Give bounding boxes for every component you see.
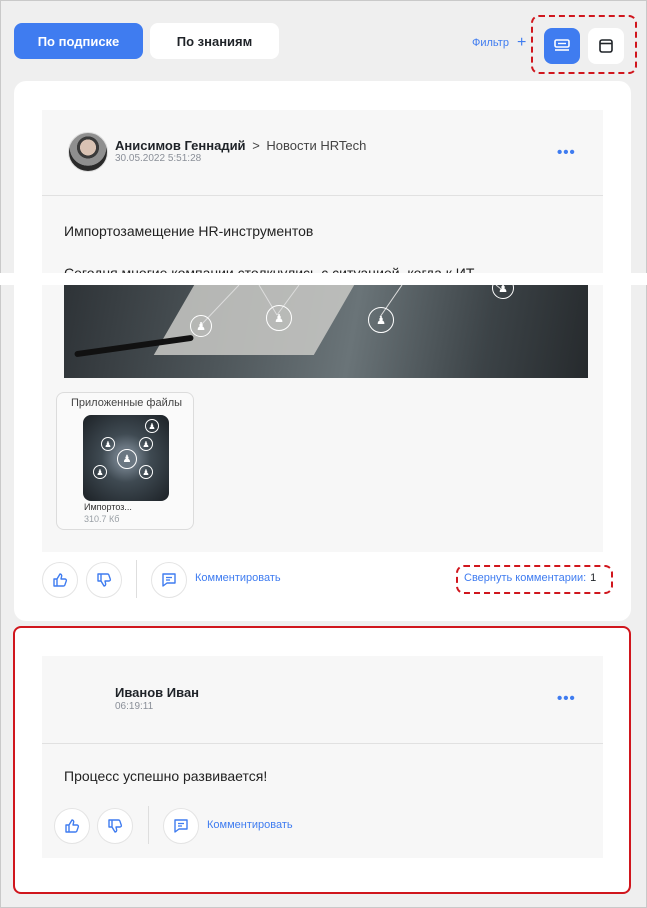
person-icon: ♟ (266, 305, 292, 331)
collapse-comments-link[interactable]: Свернуть комментарии: 1 (464, 572, 596, 584)
comment-header: Иванов Иван 06:19:11 ••• (42, 656, 603, 744)
person-icon: ♟ (101, 437, 115, 451)
attachment-size: 310.7 Кб (84, 514, 120, 524)
person-icon: ♟ (93, 465, 107, 479)
dislike-button[interactable] (86, 562, 122, 598)
scroll-gap (0, 273, 647, 285)
tab-knowledge[interactable]: По знаниям (150, 23, 279, 59)
comments-count: 1 (590, 572, 597, 584)
filter-label: Фильтр (472, 37, 509, 49)
person-icon: ♟ (368, 307, 394, 333)
comment-menu-icon[interactable]: ••• (557, 690, 576, 707)
thumbs-up-icon (65, 819, 80, 833)
thumbs-up-icon (53, 573, 68, 587)
comment-like-button[interactable] (54, 808, 90, 844)
post-menu-icon[interactable]: ••• (557, 144, 576, 161)
post-date: 30.05.2022 5:51:28 (115, 153, 202, 164)
actions-divider (136, 560, 137, 598)
collapse-label: Свернуть комментарии: (464, 572, 587, 584)
thumbs-down-icon (97, 573, 112, 587)
card-view-button[interactable] (588, 28, 624, 64)
attachments-title: Приложенные файлы (71, 397, 183, 409)
post-author-line: Анисимов Геннадий > Новости HRTech (115, 138, 366, 153)
comment-dislike-button[interactable] (97, 808, 133, 844)
list-view-button[interactable] (544, 28, 580, 64)
comment-icon (162, 573, 176, 587)
person-icon: ♟ (139, 437, 153, 451)
post-header: Анисимов Геннадий > Новости HRTech 30.05… (42, 110, 603, 196)
person-icon: ♟ (190, 315, 212, 337)
comment-button[interactable] (151, 562, 187, 598)
thumbs-down-icon (108, 819, 123, 833)
comment-link[interactable]: Комментировать (195, 572, 281, 584)
attachments-panel: Приложенные файлы ♟ ♟ ♟ ♟ ♟ ♟ Импортоз..… (56, 392, 194, 530)
post-author[interactable]: Анисимов Геннадий (115, 138, 246, 153)
filter-button[interactable]: Фильтр + (472, 34, 527, 51)
comment-actions-divider (148, 806, 149, 844)
comment-text: Процесс успешно развивается! (64, 768, 268, 784)
author-separator: > (252, 138, 260, 153)
attachment-thumbnail[interactable]: ♟ ♟ ♟ ♟ ♟ ♟ (83, 415, 169, 501)
comment-author[interactable]: Иванов Иван (115, 685, 199, 700)
person-icon: ♟ (145, 419, 159, 433)
attachment-name[interactable]: Импортоз... (84, 502, 132, 512)
list-view-icon (554, 39, 570, 51)
post-image[interactable]: ♟ ♟ ♟ ♟ (64, 285, 588, 378)
person-icon: ♟ (139, 465, 153, 479)
comment-reply-link[interactable]: Комментировать (207, 819, 293, 831)
like-button[interactable] (42, 562, 78, 598)
filter-plus-icon: + (516, 34, 527, 51)
comment-icon (174, 819, 188, 833)
post-title: Импортозамещение HR-инструментов (64, 223, 314, 239)
tab-subscription[interactable]: По подписке (14, 23, 143, 59)
card-view-icon (599, 39, 613, 53)
network-lines (200, 285, 502, 326)
post-channel[interactable]: Новости HRTech (266, 138, 366, 153)
comment-time: 06:19:11 (115, 701, 154, 712)
avatar[interactable] (68, 132, 108, 172)
person-icon: ♟ (117, 449, 137, 469)
comment-reply-button[interactable] (163, 808, 199, 844)
